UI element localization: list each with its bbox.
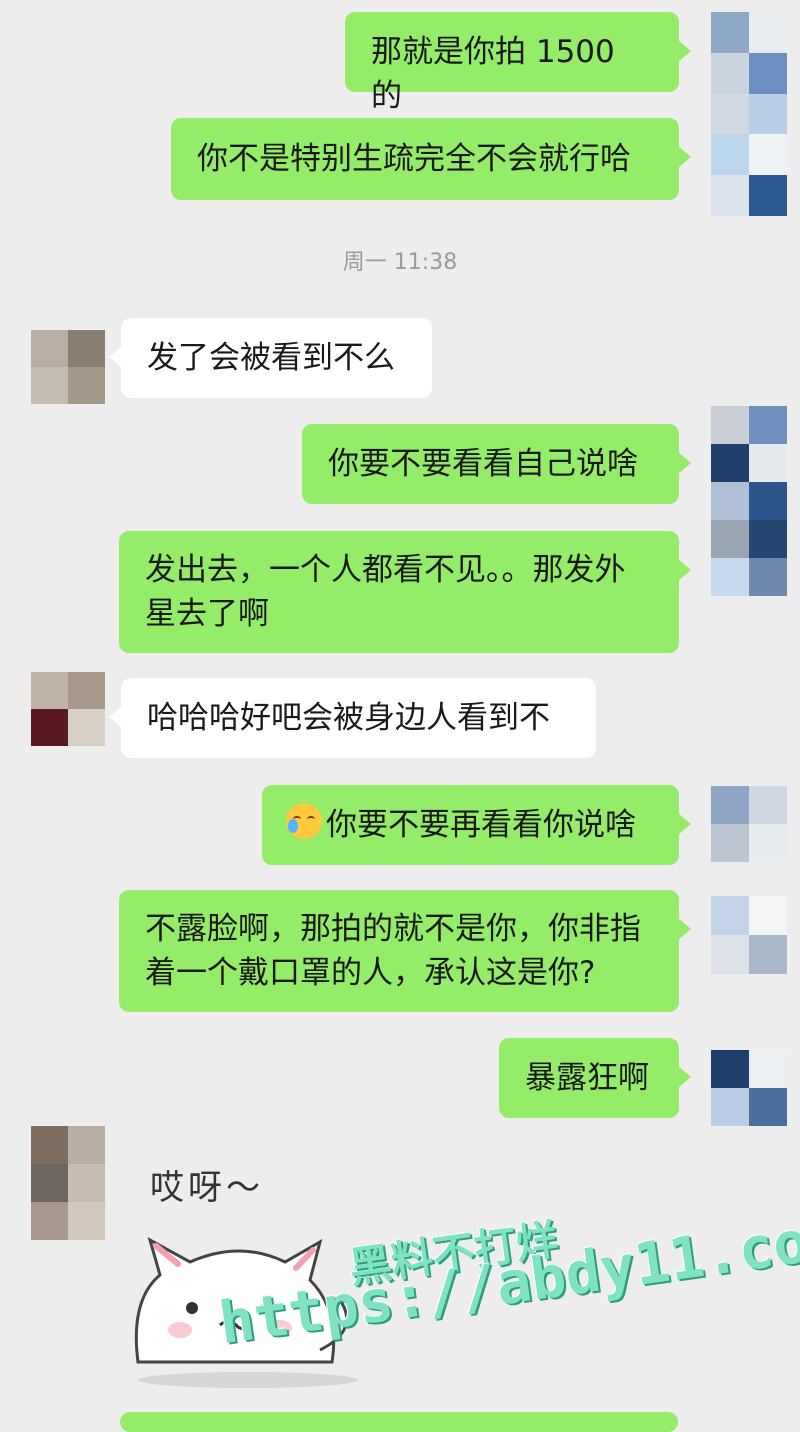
message-text: 暴露狂啊 <box>525 1060 649 1096</box>
message-text: 你要不要看看自己说啥 <box>328 446 638 482</box>
contact-avatar[interactable] <box>31 672 105 746</box>
my-avatar[interactable] <box>711 1050 787 1126</box>
message-text: 那就是你拍 1500 的 <box>371 34 615 114</box>
message-bubble-sent[interactable]: 不露脸啊，那拍的就不是你，你非指 着一个戴口罩的人，承认这是你? <box>119 890 691 1012</box>
message-text: 哈哈哈好吧会被身边人看到不 <box>147 700 550 736</box>
message-text: 发了会被看到不么 <box>147 340 395 376</box>
message-text-line: 着一个戴口罩的人，承认这是你? <box>145 955 596 991</box>
message-bubble-sent[interactable]: 暴露狂啊 <box>499 1038 691 1118</box>
message-text: 你不是特别生疏完全不会就行哈 <box>197 141 631 177</box>
message-bubble-sent[interactable]: 你不是特别生疏完全不会就行哈 <box>171 118 691 200</box>
message-bubble-sent[interactable]: 发出去，一个人都看不见。。那发外 星去了啊 <box>119 531 691 653</box>
message-bubble-received[interactable]: 哈哈哈好吧会被身边人看到不 <box>109 678 596 758</box>
message-text-line: 发出去，一个人都看不见。。那发外 <box>145 552 626 588</box>
sticker-caption: 哎呀～ <box>150 1168 264 1208</box>
message-bubble-sent[interactable]: 你要不要看看自己说啥 <box>302 424 691 504</box>
message-bubble-sent[interactable]: 那就是你拍 1500 的 <box>345 12 691 114</box>
my-avatar[interactable] <box>711 896 787 974</box>
my-avatar[interactable] <box>711 12 787 216</box>
message-bubble-sent-partial[interactable] <box>120 1412 678 1432</box>
message-bubble-sent[interactable]: 你要不要再看看你说啥 <box>262 785 691 865</box>
message-text: 你要不要再看看你说啥 <box>326 807 636 843</box>
message-text-line: 星去了啊 <box>145 596 269 632</box>
message-bubble-received[interactable]: 发了会被看到不么 <box>109 318 432 398</box>
my-avatar[interactable] <box>711 786 787 862</box>
contact-avatar[interactable] <box>31 330 105 404</box>
contact-avatar[interactable] <box>31 1126 105 1240</box>
chat-timestamp: 周一 11:38 <box>342 250 458 275</box>
face-with-tears-of-joy-icon <box>286 803 322 839</box>
my-avatar[interactable] <box>711 406 787 596</box>
message-text-line: 不露脸啊，那拍的就不是你，你非指 <box>145 911 641 947</box>
